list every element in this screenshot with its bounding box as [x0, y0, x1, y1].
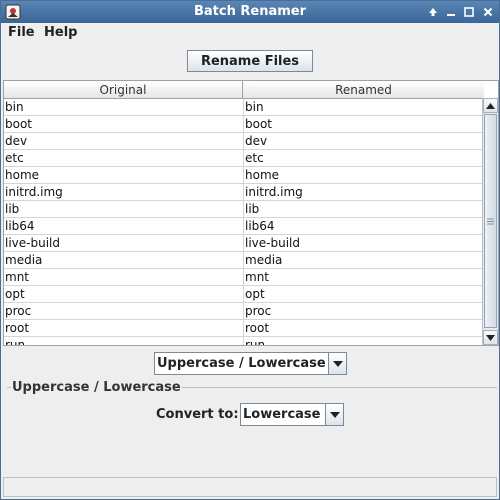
cell-renamed[interactable]: live-build: [244, 235, 483, 251]
arrow-up-icon[interactable]: [425, 4, 441, 20]
table-row[interactable]: root root: [4, 320, 484, 337]
cell-renamed[interactable]: bin: [244, 99, 483, 115]
cell-renamed[interactable]: lib64: [244, 218, 483, 234]
cell-renamed[interactable]: mnt: [244, 269, 483, 285]
table-row[interactable]: run run: [4, 337, 484, 345]
table-row[interactable]: live-build live-build: [4, 235, 484, 252]
cell-original[interactable]: proc: [4, 303, 244, 319]
minimize-icon[interactable]: [443, 4, 459, 20]
cell-renamed[interactable]: initrd.img: [244, 184, 483, 200]
table-row[interactable]: home home: [4, 167, 484, 184]
table-row[interactable]: dev dev: [4, 133, 484, 150]
convert-to-label: Convert to:: [156, 407, 239, 422]
cell-original[interactable]: home: [4, 167, 244, 183]
cell-original[interactable]: boot: [4, 116, 244, 132]
scroll-down-arrow-icon[interactable]: [483, 330, 498, 345]
title-bar[interactable]: Batch Renamer: [1, 1, 499, 23]
triangle-down-icon[interactable]: [328, 353, 346, 374]
scroll-up-arrow-icon[interactable]: [483, 98, 498, 113]
table-row[interactable]: etc etc: [4, 150, 484, 167]
cell-renamed[interactable]: boot: [244, 116, 483, 132]
cell-original[interactable]: opt: [4, 286, 244, 302]
cell-renamed[interactable]: run: [244, 337, 483, 345]
options-group: [7, 387, 497, 471]
table-row[interactable]: mnt mnt: [4, 269, 484, 286]
cell-renamed[interactable]: etc: [244, 150, 483, 166]
cell-renamed[interactable]: media: [244, 252, 483, 268]
cell-renamed[interactable]: opt: [244, 286, 483, 302]
mode-select-value: Uppercase / Lowercase: [157, 356, 326, 371]
cell-original[interactable]: media: [4, 252, 244, 268]
cell-original[interactable]: initrd.img: [4, 184, 244, 200]
vertical-scrollbar[interactable]: [482, 98, 498, 345]
cell-original[interactable]: lib: [4, 201, 244, 217]
cell-renamed[interactable]: root: [244, 320, 483, 336]
table-row[interactable]: lib lib: [4, 201, 484, 218]
convert-to-value: Lowercase: [243, 407, 321, 422]
table-row[interactable]: bin bin: [4, 99, 484, 116]
table-row[interactable]: media media: [4, 252, 484, 269]
triangle-down-icon[interactable]: [325, 404, 343, 425]
cell-original[interactable]: mnt: [4, 269, 244, 285]
cell-original[interactable]: etc: [4, 150, 244, 166]
batch-renamer-window: Batch Renamer File Help Rename Files Ori…: [0, 0, 500, 500]
square-icon[interactable]: [461, 4, 477, 20]
table-row[interactable]: opt opt: [4, 286, 484, 303]
close-icon[interactable]: [480, 4, 496, 20]
convert-to-select[interactable]: Lowercase: [240, 403, 344, 426]
table-body: bin bin boot boot dev dev etc etc home home initrd…: [4, 99, 484, 345]
options-group-title: Uppercase / Lowercase: [11, 380, 182, 395]
cell-renamed[interactable]: home: [244, 167, 483, 183]
column-header-renamed[interactable]: Renamed: [243, 81, 484, 98]
rename-files-button[interactable]: Rename Files: [187, 50, 313, 72]
table-row[interactable]: initrd.img initrd.img: [4, 184, 484, 201]
cell-original[interactable]: lib64: [4, 218, 244, 234]
cell-original[interactable]: run: [4, 337, 244, 345]
mode-select[interactable]: Uppercase / Lowercase: [154, 352, 347, 375]
cell-original[interactable]: live-build: [4, 235, 244, 251]
cell-renamed[interactable]: dev: [244, 133, 483, 149]
cell-original[interactable]: dev: [4, 133, 244, 149]
file-table[interactable]: Original Renamed bin bin boot boot dev dev etc…: [3, 80, 499, 346]
cell-original[interactable]: bin: [4, 99, 244, 115]
cell-renamed[interactable]: proc: [244, 303, 483, 319]
cell-renamed[interactable]: lib: [244, 201, 483, 217]
table-row[interactable]: proc proc: [4, 303, 484, 320]
table-row[interactable]: lib64 lib64: [4, 218, 484, 235]
column-header-original[interactable]: Original: [4, 81, 243, 98]
status-bar: [3, 477, 497, 497]
table-header: Original Renamed: [4, 81, 484, 99]
cell-original[interactable]: root: [4, 320, 244, 336]
scrollbar-thumb[interactable]: [484, 114, 497, 328]
menu-bar: File Help: [1, 23, 499, 43]
menu-help[interactable]: Help: [44, 25, 77, 40]
menu-file[interactable]: File: [8, 25, 35, 40]
table-row[interactable]: boot boot: [4, 116, 484, 133]
